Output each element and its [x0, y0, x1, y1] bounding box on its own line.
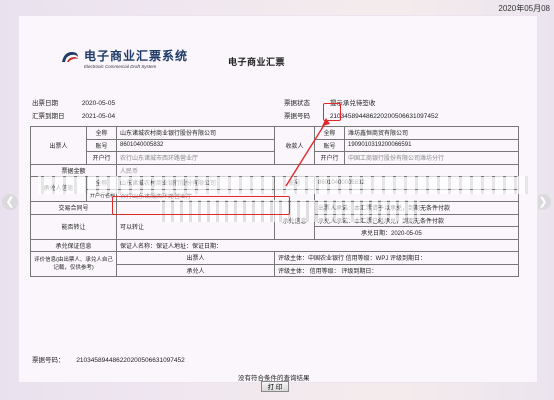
repeat-number-value: 210345894486220200506631097452	[76, 357, 185, 364]
annotation-arrow-icon	[285, 118, 330, 187]
print-button[interactable]: 打 印	[261, 381, 289, 392]
repeat-number-label: 票据号码：	[32, 357, 65, 364]
repeat-number-row: 票据号码： 210345894486220200506631097452	[32, 354, 185, 364]
